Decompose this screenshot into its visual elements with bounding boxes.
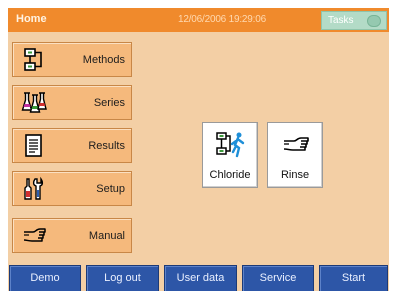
methods-button[interactable]: Methods xyxy=(12,42,132,77)
tasks-label: Tasks xyxy=(328,15,354,26)
page-title: Home xyxy=(16,13,47,25)
start-label: Start xyxy=(341,272,366,284)
demo-label: Demo xyxy=(30,272,60,284)
user-data-button[interactable]: User data xyxy=(164,265,237,291)
results-label: Results xyxy=(88,140,125,152)
series-button[interactable]: Series xyxy=(12,85,132,120)
method-flowchart-icon xyxy=(24,48,42,71)
manual-button[interactable]: Manual xyxy=(12,218,132,253)
series-label: Series xyxy=(93,97,125,109)
header-bar: Home 12/06/2006 19:29:06 Tasks xyxy=(8,8,389,32)
start-button[interactable]: Start xyxy=(319,265,388,291)
date-time: 12/06/2006 19:29:06 xyxy=(178,14,266,25)
chloride-label: Chloride xyxy=(209,169,251,181)
logout-button[interactable]: Log out xyxy=(86,265,159,291)
hand-pointing-icon xyxy=(283,137,309,151)
results-button[interactable]: Results xyxy=(12,128,132,163)
service-button[interactable]: Service xyxy=(242,265,314,291)
tasks-toggle[interactable]: Tasks xyxy=(321,11,387,30)
rinse-task-button[interactable]: Rinse xyxy=(267,122,323,188)
hand-pointing-icon xyxy=(23,228,46,242)
setup-button[interactable]: Setup xyxy=(12,171,132,206)
demo-button[interactable]: Demo xyxy=(9,265,81,291)
toggle-icon xyxy=(367,15,381,27)
rinse-label: Rinse xyxy=(280,169,310,181)
logout-label: Log out xyxy=(104,272,141,284)
flasks-icon xyxy=(21,92,47,113)
main-screen: Home 12/06/2006 19:29:06 Tasks Methods S… xyxy=(8,8,389,291)
manual-label: Manual xyxy=(88,230,125,242)
user-data-label: User data xyxy=(176,272,225,284)
chloride-task-button[interactable]: Chloride xyxy=(202,122,258,188)
document-icon xyxy=(25,134,42,157)
methods-label: Methods xyxy=(82,54,125,66)
setup-label: Setup xyxy=(96,183,125,195)
service-label: Service xyxy=(259,272,297,284)
method-run-icon xyxy=(216,132,245,158)
tools-icon xyxy=(24,176,44,200)
footer-bar: Demo Log out User data Service Start xyxy=(8,263,389,291)
